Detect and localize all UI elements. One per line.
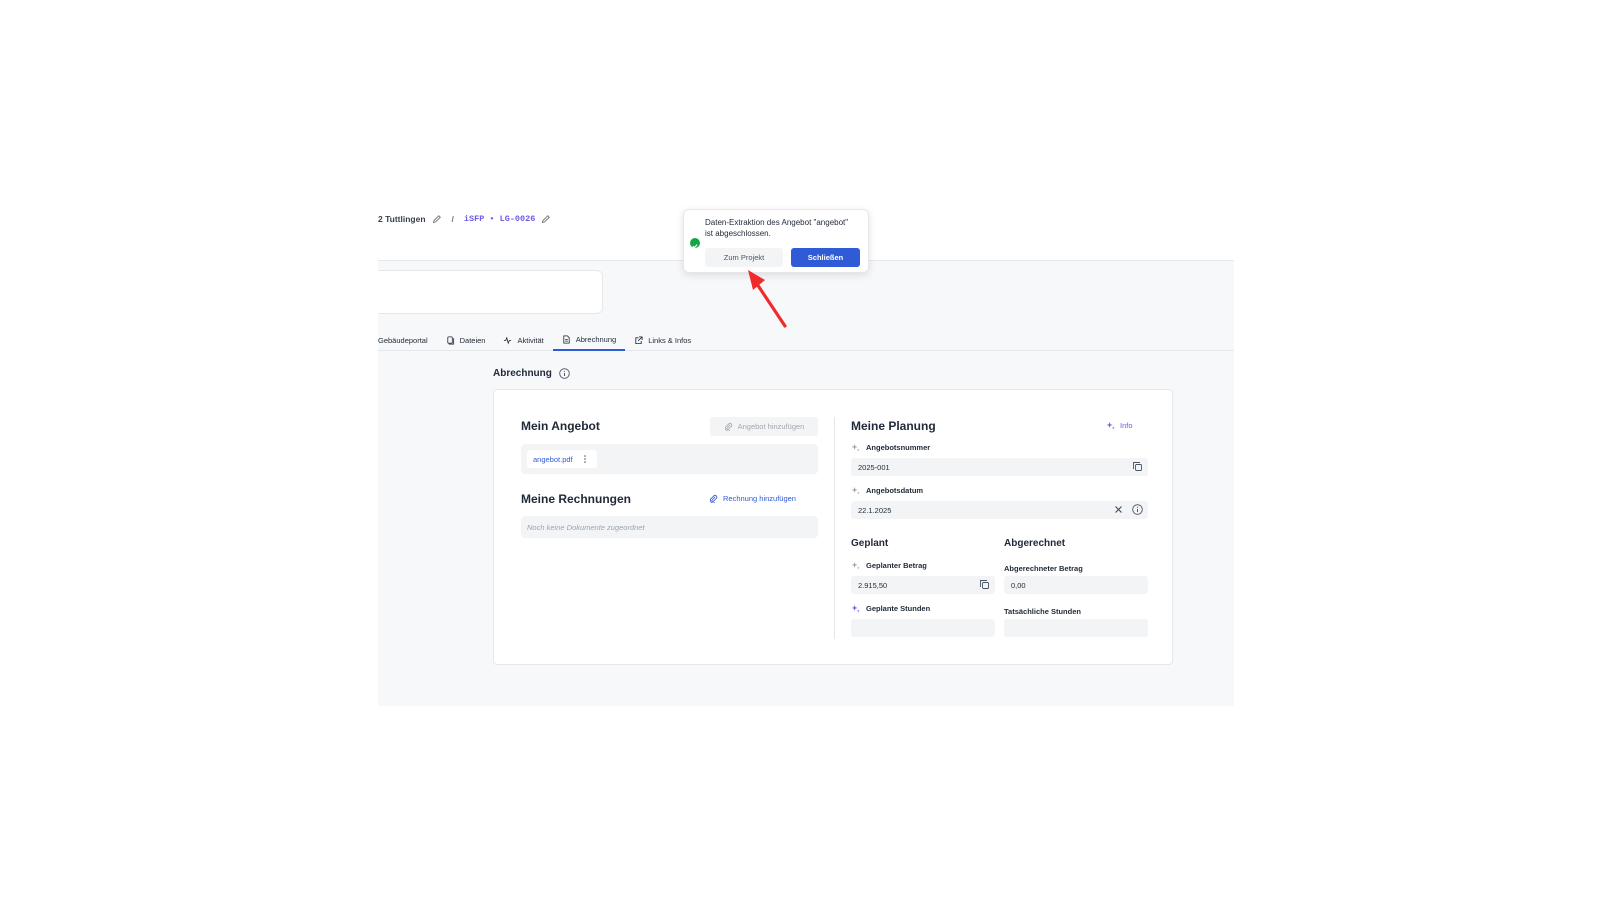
label-text: Angebotsdatum <box>866 486 924 495</box>
more-vertical-icon[interactable] <box>583 454 587 464</box>
section-title: Abrechnung <box>493 368 570 379</box>
label-text: Tatsächliche Stunden <box>1004 607 1081 616</box>
file-chip[interactable]: angebot.pdf <box>527 450 597 468</box>
toast-message: Daten-Extraktion des Angebot "angebot" i… <box>705 218 849 238</box>
file-name[interactable]: angebot.pdf <box>533 455 573 464</box>
offer-date-field[interactable]: 22.1.2025 <box>851 501 1148 519</box>
offer-title: Mein Angebot <box>521 419 600 433</box>
column-divider <box>834 417 835 639</box>
sparkle-icon <box>851 443 860 452</box>
info-circle-icon[interactable] <box>559 368 570 379</box>
offer-number-field[interactable]: 2025-001 <box>851 458 1148 476</box>
label-text: Geplante Stunden <box>866 604 931 613</box>
billed-amount-field[interactable]: 0,00 <box>1004 576 1148 594</box>
tab-label: Gebäudeportal <box>378 336 428 345</box>
annotation-arrow-icon <box>748 270 787 328</box>
breadcrumb-project-code[interactable]: iSFP • LG-0026 <box>464 214 535 224</box>
success-toast: Daten-Extraktion des Angebot "angebot" i… <box>683 209 869 273</box>
planned-heading: Geplant <box>851 538 889 549</box>
add-invoice-label: Rechnung hinzufügen <box>723 494 796 503</box>
close-toast-button[interactable]: Schließen <box>791 248 860 267</box>
tab-label: Dateien <box>459 336 486 345</box>
add-offer-label: Angebot hinzufügen <box>737 422 805 431</box>
actual-hours-label: Tatsächliche Stunden <box>1004 607 1081 616</box>
success-check-icon <box>690 238 700 249</box>
billed-heading: Abgerechnet <box>1004 538 1066 549</box>
tab-abrechnung[interactable]: Abrechnung <box>552 330 626 351</box>
sparkle-icon <box>1106 421 1115 430</box>
planned-hours-label: Geplante Stunden <box>851 604 930 613</box>
tab-aktivitaet[interactable]: Aktivität <box>494 330 552 351</box>
edit-pencil-icon[interactable] <box>432 214 442 224</box>
paperclip-icon <box>724 422 732 431</box>
offer-files: angebot.pdf <box>521 444 818 474</box>
external-link-icon <box>635 336 643 345</box>
invoices-title: Meine Rechnungen <box>521 492 632 506</box>
screenshot-stage: 2 Tuttlingen / iSFP • LG-0026 Gebäudepor… <box>0 0 1600 900</box>
sparkle-icon <box>851 604 860 613</box>
tab-links-infos[interactable]: Links & Infos <box>625 330 700 351</box>
planned-amount-field[interactable]: 2.915,50 <box>851 576 995 594</box>
tab-label: Links & Infos <box>648 336 692 345</box>
tab-label: Aktivität <box>517 336 544 345</box>
field-value: 0,00 <box>1011 580 1026 590</box>
planning-title: Meine Planung <box>851 419 936 433</box>
sparkle-icon <box>851 486 860 495</box>
actual-hours-field[interactable] <box>1004 619 1148 637</box>
go-to-project-button[interactable]: Zum Projekt <box>705 248 783 267</box>
label-text: Geplanter Betrag <box>866 561 927 570</box>
copy-icon[interactable] <box>1132 461 1143 472</box>
info-circle-icon[interactable] <box>1132 504 1143 515</box>
add-offer-button[interactable]: Angebot hinzufügen <box>710 417 818 436</box>
activity-icon <box>504 336 512 345</box>
edit-pencil-icon[interactable] <box>541 214 551 224</box>
project-title-field[interactable] <box>378 270 603 314</box>
checkmark-icon <box>692 244 698 249</box>
planned-hours-field[interactable] <box>851 619 995 637</box>
clear-x-icon[interactable] <box>1113 504 1124 515</box>
planned-amount-label: Geplanter Betrag <box>851 561 927 570</box>
files-icon <box>447 336 454 345</box>
label-text: Abgerechneter Betrag <box>1004 564 1083 573</box>
breadcrumb-project[interactable]: 2 Tuttlingen <box>378 214 426 224</box>
paperclip-icon <box>710 494 718 503</box>
sparkle-icon <box>851 561 860 570</box>
ai-info-button[interactable]: Info <box>1106 421 1133 430</box>
tab-dateien[interactable]: Dateien <box>437 330 495 351</box>
offer-date-label: Angebotsdatum <box>851 486 923 495</box>
field-value: 22.1.2025 <box>858 505 892 515</box>
offer-number-label: Angebotsnummer <box>851 443 930 452</box>
billing-card: Mein Angebot Angebot hinzufügen angebot.… <box>493 389 1173 665</box>
label-text: Angebotsnummer <box>866 443 931 452</box>
tab-gebaeudeportal[interactable]: Gebäudeportal <box>378 330 437 351</box>
info-label: Info <box>1120 421 1133 430</box>
section-title-text: Abrechnung <box>493 368 552 379</box>
field-value: 2.915,50 <box>858 580 888 590</box>
invoices-empty-state: Noch keine Dokumente zugeordnet <box>521 516 818 538</box>
document-icon <box>563 335 570 344</box>
breadcrumb: 2 Tuttlingen / iSFP • LG-0026 <box>378 214 551 224</box>
copy-icon[interactable] <box>979 579 990 590</box>
tab-bar: Gebäudeportal Dateien Aktivität Abrechnu… <box>378 330 1234 351</box>
breadcrumb-separator: / <box>451 214 454 224</box>
tab-label: Abrechnung <box>575 335 617 344</box>
add-invoice-button[interactable]: Rechnung hinzufügen <box>709 494 796 503</box>
field-value: 2025-001 <box>858 462 890 472</box>
billed-amount-label: Abgerechneter Betrag <box>1004 564 1083 573</box>
